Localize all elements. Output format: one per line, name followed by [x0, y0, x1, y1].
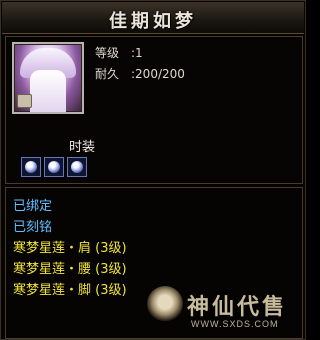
- socket-slot-1[interactable]: [21, 157, 41, 177]
- stat-level: 等级 :1: [95, 43, 185, 64]
- white-gem-icon: [25, 161, 37, 173]
- item-properties: 已绑定 已刻铭 寒梦星莲・肩 (3级) 寒梦星莲・腰 (3级) 寒梦星莲・脚 (…: [13, 196, 127, 301]
- item-tooltip-panel: 佳期如梦 等级 :1 耐久 :200/200 时装 已绑定 已刻铭 寒梦星莲・肩 (…: [0, 0, 306, 340]
- white-gem-icon: [71, 161, 83, 173]
- watermark-text: 神仙代售: [187, 295, 288, 320]
- title-bar: 佳期如梦: [2, 2, 304, 34]
- white-gem-icon: [48, 161, 60, 173]
- mascot-emblem-icon: [147, 286, 183, 322]
- bound-status: 已绑定: [13, 199, 53, 214]
- portrait-dress: [30, 70, 66, 112]
- socket-slot-3[interactable]: [67, 157, 87, 177]
- stat-durability-label: 耐久: [95, 67, 120, 81]
- set-piece-shoulder: 寒梦星莲・肩 (3级): [13, 241, 127, 256]
- stat-durability-value: :200/200: [131, 67, 185, 81]
- watermark-logo: 神仙代售 WWW.SXDS.COM: [145, 283, 305, 339]
- item-portrait: [12, 42, 84, 114]
- item-name: 佳期如梦: [109, 11, 197, 32]
- stat-level-value: :1: [131, 46, 143, 60]
- section-label-fashion: 时装: [68, 140, 95, 155]
- set-piece-feet: 寒梦星莲・脚 (3级): [13, 283, 127, 298]
- bind-badge-icon: [17, 94, 32, 108]
- set-piece-waist: 寒梦星莲・腰 (3级): [13, 262, 127, 277]
- engraved-status: 已刻铭: [13, 220, 53, 235]
- socket-slot-2[interactable]: [44, 157, 64, 177]
- stat-level-label: 等级: [95, 46, 120, 60]
- stat-durability: 耐久 :200/200: [95, 64, 185, 85]
- watermark-url: WWW.SXDS.COM: [191, 319, 279, 329]
- item-stats: 等级 :1 耐久 :200/200: [95, 43, 185, 85]
